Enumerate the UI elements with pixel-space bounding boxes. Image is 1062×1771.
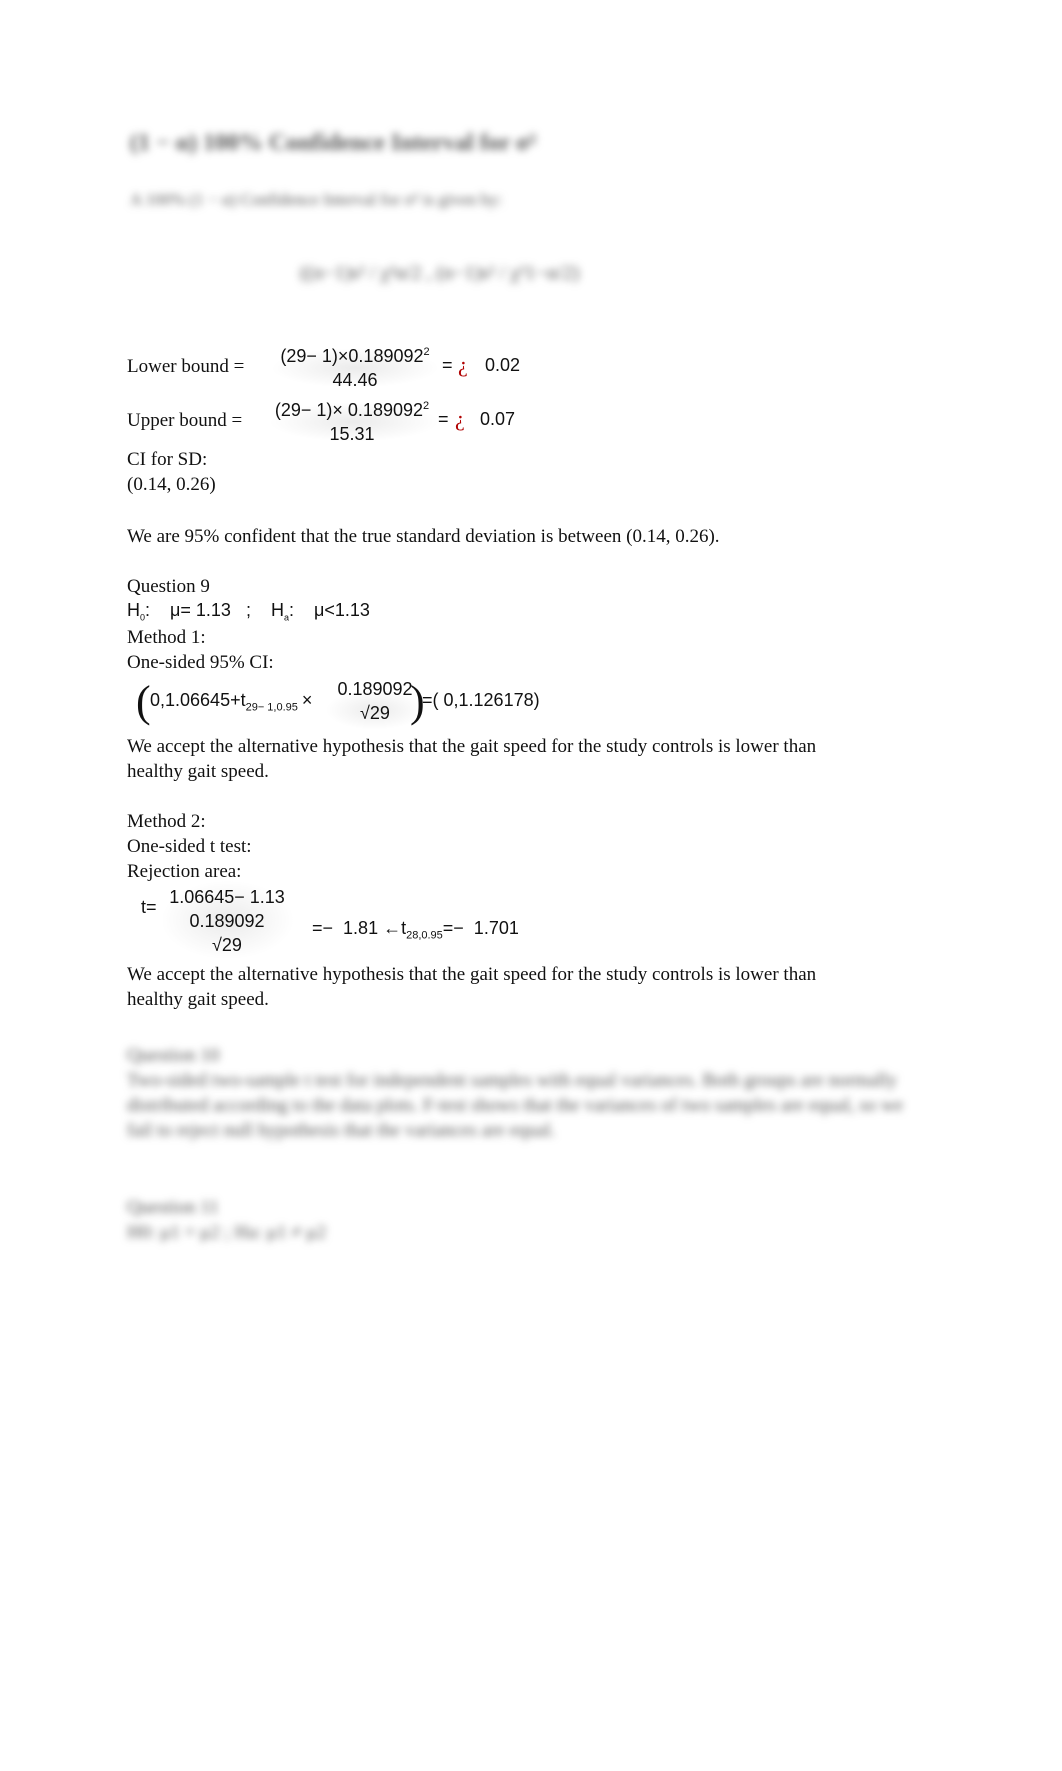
ha-label: H [270,600,284,620]
lower-bound-label: Lower bound = [127,356,245,377]
fraction-denominator: 44.46 [332,370,378,390]
question-9-title: Question 9 [127,576,210,597]
method-1-conclusion-line-1: We accept the alternative hypothesis tha… [127,736,817,757]
h0-expression: : μ= 1.13 ; [145,600,251,620]
lower-bound-equals: = [442,355,453,375]
blurred-formula: ((n−1)s² / χ²α/2 , (n−1)s² / χ²1−α/2) [300,262,580,284]
blurred-question-10-title: Question 10 [127,1045,220,1066]
t-denominator: 0.189092 [189,911,265,931]
blurred-question-11-hypotheses: H0: μ1 = μ2 ; Ha: μ1 ≠ μ2 [127,1222,327,1243]
times-symbol: × [301,690,313,710]
upper-bound-equals: = [438,409,449,429]
ci-expr-subscript: 29− 1,0.95 [245,701,298,714]
ha-expression: : μ<1.13 [289,600,370,620]
blurred-heading: (1 − α) 100% Confidence Interval for σ² [130,130,537,156]
t-numerator: 1.06645− 1.13 [169,887,285,907]
t-critical-subscript: 28,0.95 [406,929,443,942]
t-label: t= [141,897,157,917]
fraction-numerator: (29− 1)×0.1890922 [270,340,440,368]
t-denominator-root: √29 [212,935,242,955]
method-2-conclusion-line-2: healthy gait speed. [127,989,269,1010]
t-result: =− 1.81 ←t28,0.95=− 1.701 [292,897,519,963]
t-fraction: 1.06645− 1.13 0.189092 √29 [162,885,292,957]
numerator-text: (29− 1)×0.189092 [280,346,424,366]
fraction-numerator: (29− 1)× 0.1890922 [266,394,438,422]
ci-result: =( 0,1.126178) [422,690,540,710]
blurred-question-11-title: Question 11 [127,1197,219,1218]
hypotheses: H0: μ= 1.13 ; Ha: μ<1.13 [127,600,370,623]
exponent: 2 [423,346,430,358]
sd-conclusion: We are 95% confident that the true stand… [127,526,720,547]
method-2-title: Method 2: [127,811,206,832]
h0-label: H [127,600,140,620]
upper-bound-fraction: (29− 1)× 0.1890922 15.31 [266,394,438,446]
blurred-question-10-body: Two-sided two-sample t test for independ… [127,1070,904,1141]
ci-expression-left: 0,1.06645+t29− 1,0.95 × [150,690,312,714]
document-page: (1 − α) 100% Confidence Interval for σ² … [0,0,1062,1771]
left-paren: ( [136,677,151,726]
upper-bound-result: 0.07 [480,409,516,429]
method-1-subtitle: One-sided 95% CI: [127,652,274,673]
t-statistic: =− 1.81 ←t [312,918,407,938]
t-critical-value: =− 1.701 [442,918,519,938]
fraction-denominator: 15.31 [329,424,375,444]
ci-expr-text: 0,1.06645+t [150,690,246,710]
blurred-intro: A 100% (1 − α) Confidence Interval for σ… [130,190,503,209]
inverted-question-glyph: ¿ [455,406,465,431]
lower-bound-fraction: (29− 1)×0.1890922 44.46 [270,340,440,392]
upper-bound-label: Upper bound = [127,410,243,431]
method-1-conclusion-line-2: healthy gait speed. [127,761,269,782]
inverted-question-glyph: ¿ [458,352,468,377]
lower-bound-result: 0.02 [485,355,521,375]
numerator-text: (29− 1)× 0.189092 [274,400,423,420]
method-1-title: Method 1: [127,627,206,648]
exponent: 2 [423,400,430,412]
method-2-conclusion-line-1: We accept the alternative hypothesis tha… [127,964,817,985]
method-2-subtitle: One-sided t test: [127,836,252,857]
ci-sd-label: CI for SD: [127,449,208,470]
ci-sd-value: (0.14, 0.26) [127,474,216,495]
